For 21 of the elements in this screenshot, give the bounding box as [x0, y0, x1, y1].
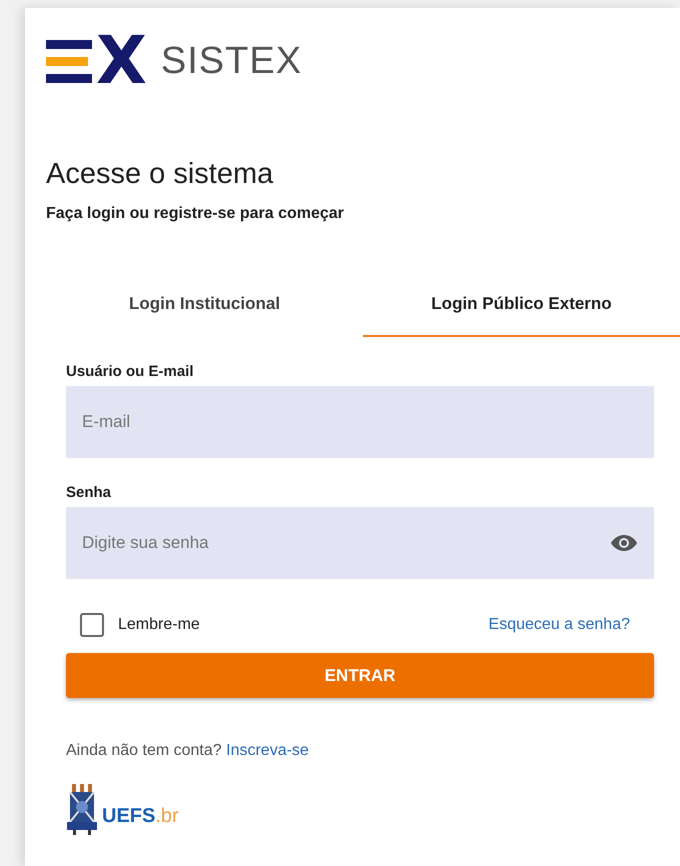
- subheading: Faça login ou registre-se para começar: [46, 205, 345, 223]
- brand-name: SISTEX: [160, 40, 302, 82]
- field-label: Usuário ou E-mail: [66, 363, 195, 380]
- remember-label: Lembre-me: [118, 616, 200, 634]
- logo-suffix: .br: [155, 805, 179, 828]
- login-tab[interactable]: Login Público Externo: [363, 273, 680, 337]
- field-label: Senha: [66, 484, 112, 501]
- bars-icon: [46, 40, 92, 82]
- sistex-logo: X: [46, 32, 145, 90]
- password-field[interactable]: Digite sua senha: [66, 507, 654, 579]
- signup-link[interactable]: Inscreva-se: [226, 742, 309, 759]
- logo-text: UEFS: [102, 805, 156, 828]
- login-button[interactable]: ENTRAR: [66, 653, 654, 698]
- forgot-password-link[interactable]: Esqueceu a senha?: [488, 616, 630, 634]
- page-heading: Acesse o sistema: [46, 158, 274, 191]
- email-field[interactable]: E-mail: [66, 386, 654, 458]
- login-tab[interactable]: Login Institucional: [46, 273, 363, 337]
- eye-icon[interactable]: [610, 534, 638, 552]
- remember-checkbox[interactable]: [80, 613, 104, 637]
- signup-prompt: Ainda não tem conta?: [66, 742, 222, 759]
- emblem-icon: [66, 782, 98, 836]
